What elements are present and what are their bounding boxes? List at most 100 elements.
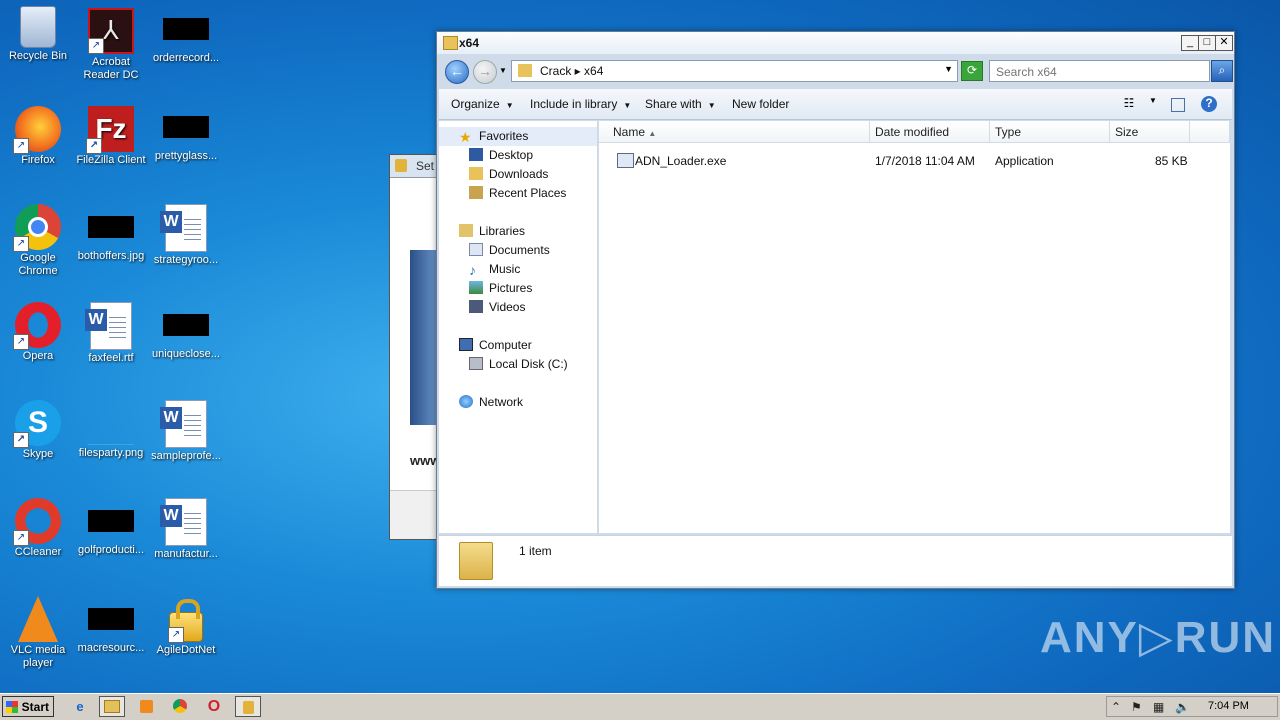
nav-pictures[interactable]: Pictures xyxy=(469,281,532,295)
media-player-icon[interactable] xyxy=(133,696,159,717)
shortcut-arrow-icon: ↗ xyxy=(13,138,29,154)
windows-explorer-taskbar-button[interactable] xyxy=(99,696,125,717)
volume-icon[interactable]: 🔈 xyxy=(1175,700,1190,714)
explorer-window[interactable]: x64 _ □ ✕ ← → ▼ Crack ▸ x64 ▼ ⟳ ⌕ Organi… xyxy=(436,31,1235,589)
desktop-icon-skype[interactable]: S ↗ Skype xyxy=(0,400,76,461)
desktop-icon-macresourc[interactable]: macresourc... xyxy=(73,596,149,655)
desktop-icon-ccleaner[interactable]: ↗ CCleaner xyxy=(0,498,76,559)
desktop-icon-label: sampleprofe... xyxy=(151,450,221,462)
network-tray-icon[interactable]: ▦ xyxy=(1153,700,1164,714)
search-icon[interactable]: ⌕ xyxy=(1211,60,1233,82)
breadcrumb[interactable]: Crack ▸ x64 xyxy=(540,64,603,78)
desktop-icon-recycle-bin[interactable]: Recycle Bin xyxy=(0,6,76,63)
folder-icon xyxy=(104,700,120,713)
redacted-thumbnail xyxy=(163,314,209,336)
nav-computer[interactable]: Computer xyxy=(459,338,532,352)
desktop-icon-label: AgileDotNet xyxy=(156,644,216,656)
column-header-date-modified[interactable]: Date modified xyxy=(870,121,990,143)
address-dropdown[interactable]: ▼ xyxy=(944,64,953,74)
command-bar: Organize ▼ Include in library ▼ Share with… xyxy=(439,89,1232,120)
recent-pages-dropdown[interactable]: ▼ xyxy=(499,66,507,75)
help-icon[interactable]: ? xyxy=(1201,96,1217,112)
desktop-icon-opera[interactable]: ↗ Opera xyxy=(0,302,76,363)
start-button[interactable]: Start xyxy=(2,696,54,717)
desktop-icon-manufactur[interactable]: W manufactur... xyxy=(148,498,224,561)
file-row[interactable]: ADN_Loader.exe 1/7/2018 11:04 AM Applica… xyxy=(599,151,1219,171)
nav-favorites[interactable]: ★ Favorites xyxy=(459,129,528,145)
forward-button[interactable]: → xyxy=(473,60,497,84)
desktop-icon-agiledotnet[interactable]: ↗ AgileDotNet xyxy=(148,596,224,657)
desktop-icon-prettyglass[interactable]: prettyglass... xyxy=(148,104,224,163)
desktop-icon-orderrecord[interactable]: orderrecord... xyxy=(148,6,224,65)
padlock-icon: ↗ xyxy=(168,599,203,643)
desktop-icon-strategyroo[interactable]: W strategyroo... xyxy=(148,204,224,267)
internet-explorer-icon[interactable]: e xyxy=(67,696,93,717)
nav-videos[interactable]: Videos xyxy=(469,300,525,314)
maximize-button[interactable]: □ xyxy=(1198,35,1216,51)
desktop-icon-golfproducti[interactable]: golfproducti... xyxy=(73,498,149,557)
desktop-icon-label: filesparty.png xyxy=(78,447,144,459)
pictures-icon xyxy=(469,281,483,294)
desktop-icon-label: Google Chrome xyxy=(18,252,58,277)
nav-recent-places[interactable]: Recent Places xyxy=(469,186,566,200)
sort-up-icon: ▲ xyxy=(648,129,657,138)
desktop-icon-label: VLC media player xyxy=(10,644,66,669)
back-button[interactable]: ← xyxy=(445,60,469,84)
nav-network[interactable]: Network xyxy=(459,395,523,409)
star-icon: ★ xyxy=(459,129,472,145)
details-pane: 1 item xyxy=(439,535,1232,586)
desktop-icon-google-chrome[interactable]: ↗ Google Chrome xyxy=(0,204,76,278)
column-header-type[interactable]: Type xyxy=(990,121,1110,143)
refresh-button[interactable]: ⟳ xyxy=(961,61,983,81)
preview-pane-icon[interactable] xyxy=(1171,98,1185,112)
new-folder-button[interactable]: New folder xyxy=(732,97,789,111)
anyrun-watermark: ANY▷RUN xyxy=(1040,613,1277,662)
desktop-icon-filezilla[interactable]: Fz ↗ FileZilla Client xyxy=(73,106,149,167)
desktop-icon-filesparty[interactable]: filesparty.png xyxy=(73,400,149,460)
column-header-size[interactable]: Size xyxy=(1110,121,1190,143)
file-name: ADN_Loader.exe xyxy=(635,154,727,168)
include-in-library-button[interactable]: Include in library ▼ xyxy=(530,97,631,111)
nav-music[interactable]: ♪ Music xyxy=(469,262,520,278)
opera-icon: ↗ xyxy=(13,302,61,350)
column-header-spare xyxy=(1190,121,1230,143)
minimize-button[interactable]: _ xyxy=(1181,35,1199,51)
desktop-icon-label: Recycle Bin xyxy=(8,50,68,62)
shortcut-arrow-icon: ↗ xyxy=(168,627,184,643)
desktop-icon-firefox[interactable]: ↗ Firefox xyxy=(0,106,76,167)
address-bar[interactable]: Crack ▸ x64 ▼ xyxy=(511,60,958,82)
desktop-icon-vlc[interactable]: VLC media player xyxy=(0,596,76,670)
ccleaner-icon: ↗ xyxy=(13,498,61,546)
shortcut-arrow-icon: ↗ xyxy=(13,432,29,448)
close-button[interactable]: ✕ xyxy=(1215,35,1233,51)
nav-downloads[interactable]: Downloads xyxy=(469,167,548,181)
word-document-icon: W xyxy=(160,498,207,546)
chrome-taskbar-icon[interactable] xyxy=(167,696,193,717)
share-with-button[interactable]: Share with ▼ xyxy=(645,97,716,111)
desktop-icon-acrobat-reader[interactable]: ⅄ ↗ Acrobat Reader DC xyxy=(73,8,149,82)
nav-local-disk[interactable]: Local Disk (C:) xyxy=(469,357,568,371)
nav-libraries[interactable]: Libraries xyxy=(459,224,525,238)
search-input[interactable] xyxy=(994,63,1188,81)
action-center-flag-icon[interactable]: ⚑ xyxy=(1131,700,1142,714)
desktop-icon-faxfeel[interactable]: W faxfeel.rtf xyxy=(73,302,149,365)
desktop-icon-uniqueclose[interactable]: uniqueclose... xyxy=(148,302,224,361)
redacted-thumbnail xyxy=(163,116,209,138)
desktop-icon-sampleprofe[interactable]: W sampleprofe... xyxy=(148,400,224,463)
window-titlebar[interactable]: x64 _ □ ✕ xyxy=(437,32,1234,54)
view-options-dropdown[interactable]: ▼ xyxy=(1145,96,1161,112)
setup-dialog-title: Set xyxy=(416,159,435,173)
nav-desktop[interactable]: Desktop xyxy=(469,148,533,162)
opera-taskbar-icon[interactable]: O xyxy=(201,696,227,717)
organize-button[interactable]: Organize ▼ xyxy=(451,97,514,111)
chrome-icon: ↗ xyxy=(13,204,61,252)
desktop-icon-bothoffers[interactable]: bothoffers.jpg xyxy=(73,204,149,263)
clock[interactable]: 7:04 PM xyxy=(1208,700,1249,712)
column-header-name[interactable]: Name ▲ xyxy=(599,121,870,143)
setup-taskbar-button[interactable] xyxy=(235,696,261,717)
redacted-thumbnail xyxy=(163,18,209,40)
nav-documents[interactable]: Documents xyxy=(469,243,550,257)
show-hidden-icons-icon[interactable]: ⌃ xyxy=(1111,700,1121,714)
search-box[interactable] xyxy=(989,60,1210,82)
change-view-icon[interactable]: ☷ xyxy=(1121,96,1137,112)
